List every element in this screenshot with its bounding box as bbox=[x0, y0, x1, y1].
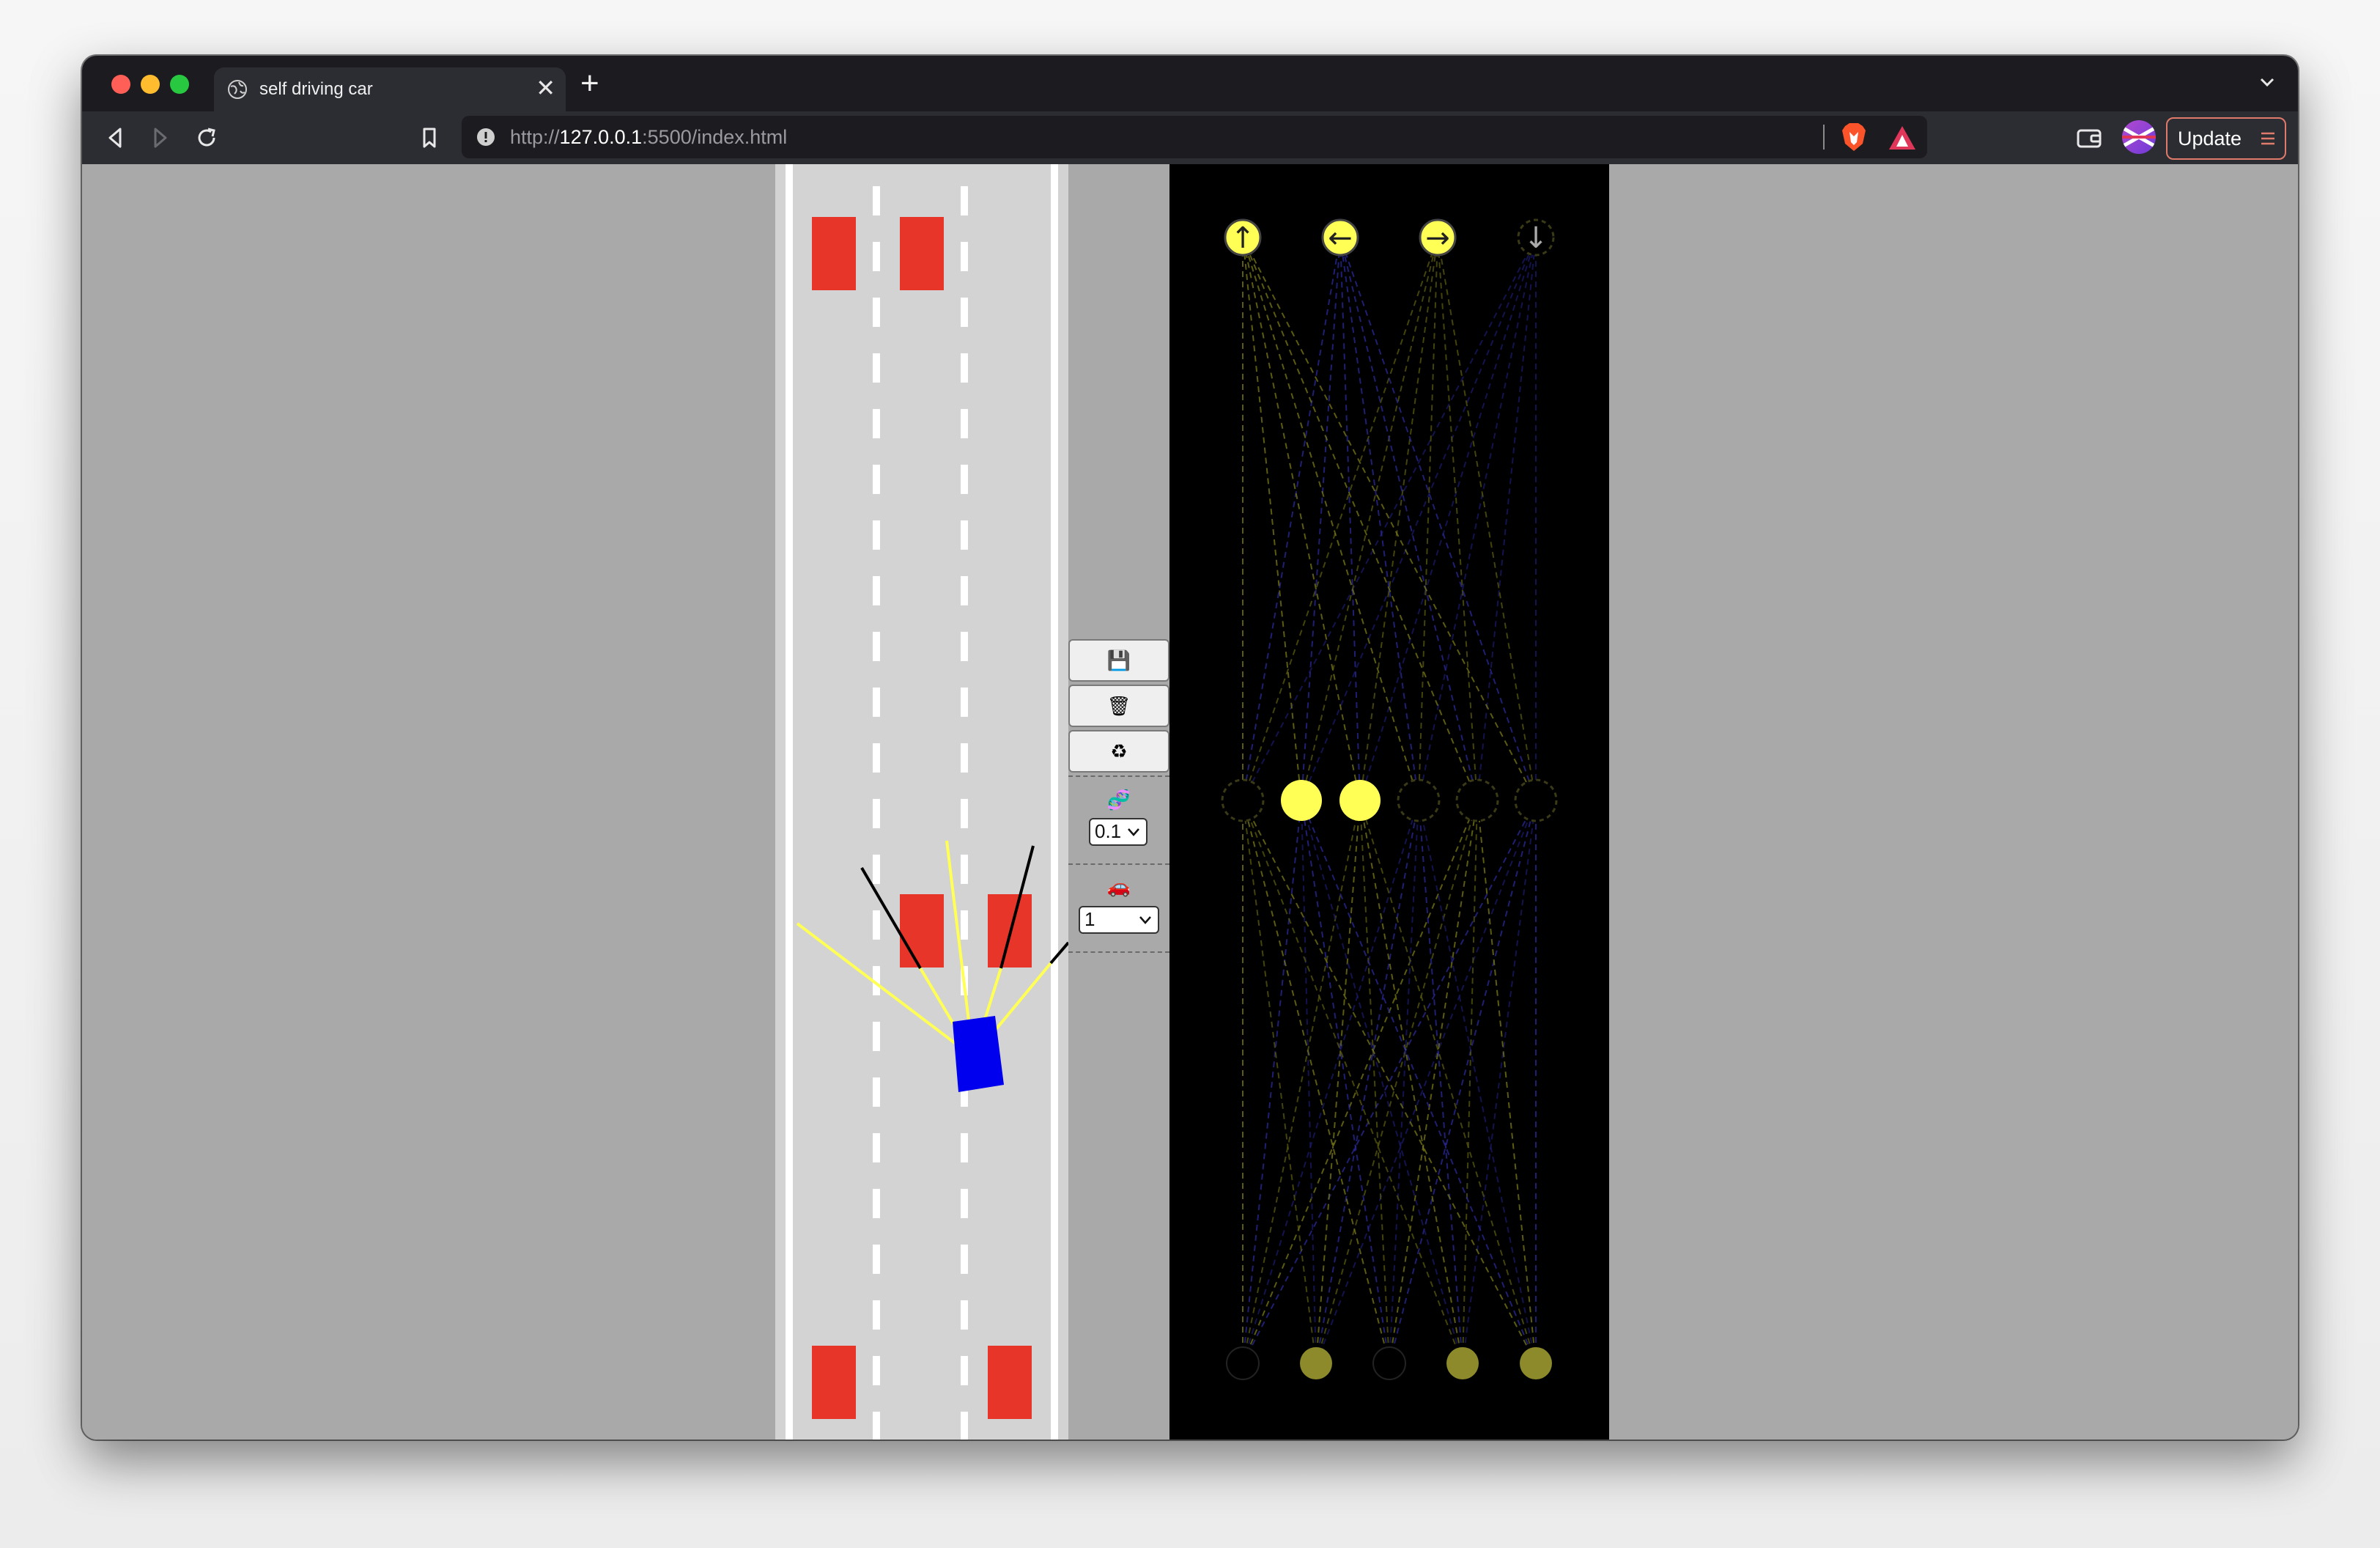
network-connection bbox=[1315, 800, 1478, 1364]
network-connection bbox=[1418, 800, 1537, 1364]
mutation-select[interactable]: 0.1 bbox=[1089, 818, 1148, 846]
mutation-value: 0.1 bbox=[1095, 820, 1122, 842]
network-connection bbox=[1301, 800, 1537, 1364]
output-label: ↓ bbox=[1523, 221, 1548, 255]
cars-control: 🚗 1 bbox=[1068, 866, 1169, 953]
discard-button[interactable]: 🗑 bbox=[1068, 685, 1169, 727]
address-bar[interactable]: http://127.0.0.1:5500/index.html bbox=[462, 116, 1927, 158]
road-surface bbox=[775, 164, 1068, 1440]
input-node bbox=[1372, 1346, 1406, 1380]
chevron-down-icon[interactable] bbox=[2257, 72, 2277, 92]
output-label: ↑ bbox=[1230, 221, 1255, 255]
input-node bbox=[1300, 1347, 1332, 1379]
output-label: → bbox=[1425, 221, 1450, 255]
network-connection bbox=[1242, 237, 1341, 801]
road-left-border bbox=[786, 164, 793, 1440]
profile-flag-icon bbox=[2122, 125, 2156, 149]
input-node bbox=[1520, 1347, 1552, 1379]
network-connection bbox=[1242, 800, 1478, 1364]
network-connection bbox=[1242, 237, 1478, 801]
network-connection bbox=[1389, 800, 1537, 1364]
car-count-select[interactable]: 1 bbox=[1079, 906, 1159, 934]
hidden-node bbox=[1281, 780, 1322, 821]
back-arrow-icon[interactable] bbox=[103, 125, 129, 151]
network-connection bbox=[1242, 237, 1361, 801]
network-connection bbox=[1242, 800, 1317, 1364]
reset-button[interactable]: ♻ bbox=[1068, 730, 1169, 773]
network-connection bbox=[1242, 800, 1302, 1364]
brave-shield-icon[interactable] bbox=[1839, 122, 1869, 152]
hidden-node bbox=[1221, 778, 1265, 822]
player-car bbox=[953, 1016, 1004, 1092]
tab-title: self driving car bbox=[259, 79, 373, 99]
url-cursor bbox=[1823, 125, 1825, 150]
hidden-node bbox=[1455, 778, 1499, 822]
network-connection bbox=[1359, 237, 1537, 801]
forward-arrow-icon[interactable] bbox=[147, 125, 173, 151]
network-canvas: ↑ ← → ↓ bbox=[1169, 164, 1609, 1440]
info-icon[interactable] bbox=[476, 128, 495, 147]
hidden-node bbox=[1397, 778, 1441, 822]
chevron-down-icon bbox=[1139, 916, 1151, 924]
zoom-window-button[interactable] bbox=[170, 75, 189, 94]
road-right-border bbox=[1051, 164, 1058, 1440]
page-viewport: 💾 🗑 ♻ 🧬 0.1 🚗 1 ↑ ← → ↓ bbox=[82, 164, 2298, 1440]
traffic-car bbox=[900, 894, 944, 968]
url-text[interactable]: http://127.0.0.1:5500/index.html bbox=[510, 126, 787, 149]
car-icon: 🚗 bbox=[1106, 875, 1131, 897]
input-node bbox=[1226, 1346, 1260, 1380]
brave-rewards-icon[interactable] bbox=[1888, 125, 1917, 151]
browser-window: self driving car ✕ + http://127.0.0.1:55… bbox=[82, 56, 2298, 1440]
network-connection bbox=[1301, 237, 1341, 801]
input-node bbox=[1446, 1347, 1479, 1379]
network-connection bbox=[1242, 237, 1419, 801]
close-tab-icon[interactable]: ✕ bbox=[536, 75, 555, 101]
car-count-value: 1 bbox=[1084, 908, 1095, 930]
network-connection bbox=[1418, 237, 1537, 801]
wallet-icon[interactable] bbox=[2075, 125, 2104, 151]
new-tab-button[interactable]: + bbox=[580, 66, 599, 101]
network-connection bbox=[1339, 237, 1361, 801]
tab-self-driving-car[interactable]: self driving car ✕ bbox=[214, 67, 566, 111]
output-label: ← bbox=[1328, 221, 1353, 255]
minimize-window-button[interactable] bbox=[141, 75, 160, 94]
network-connection bbox=[1437, 237, 1478, 801]
close-window-button[interactable] bbox=[111, 75, 130, 94]
hamburger-menu-icon bbox=[2261, 132, 2274, 145]
network-connection bbox=[1477, 800, 1537, 1364]
control-panel: 💾 🗑 ♻ 🧬 0.1 🚗 1 bbox=[1068, 164, 1169, 1440]
network-connection bbox=[1242, 237, 1302, 801]
network-connection bbox=[1242, 800, 1361, 1364]
tab-strip: self driving car ✕ + bbox=[82, 56, 2298, 111]
hidden-node bbox=[1339, 780, 1381, 821]
network-connection bbox=[1462, 800, 1537, 1364]
dna-icon: 🧬 bbox=[1106, 789, 1131, 811]
car-canvas bbox=[775, 164, 1068, 1440]
network-connection bbox=[1242, 800, 1463, 1364]
network-connection bbox=[1242, 800, 1390, 1364]
hidden-node bbox=[1514, 778, 1558, 822]
network-connection bbox=[1477, 237, 1537, 801]
network-connection bbox=[1301, 237, 1537, 801]
reload-icon[interactable] bbox=[193, 125, 220, 151]
traffic-car bbox=[812, 1346, 856, 1419]
network-connection bbox=[1301, 800, 1463, 1364]
network-connection bbox=[1339, 237, 1419, 801]
browser-toolbar: http://127.0.0.1:5500/index.html Update bbox=[82, 111, 2298, 164]
update-label: Update bbox=[2178, 128, 2242, 150]
globe-icon bbox=[228, 80, 247, 99]
update-button[interactable]: Update bbox=[2166, 117, 2286, 160]
bookmark-icon[interactable] bbox=[416, 125, 443, 151]
network-connection bbox=[1418, 237, 1438, 801]
network-connection bbox=[1315, 800, 1537, 1364]
network-connection bbox=[1359, 237, 1438, 801]
chevron-down-icon bbox=[1128, 828, 1139, 836]
traffic-car bbox=[988, 1346, 1032, 1419]
traffic-car bbox=[900, 217, 944, 290]
mutation-control: 🧬 0.1 bbox=[1068, 775, 1169, 865]
profile-avatar[interactable] bbox=[2122, 120, 2156, 154]
traffic-car bbox=[812, 217, 856, 290]
save-button[interactable]: 💾 bbox=[1068, 639, 1169, 682]
